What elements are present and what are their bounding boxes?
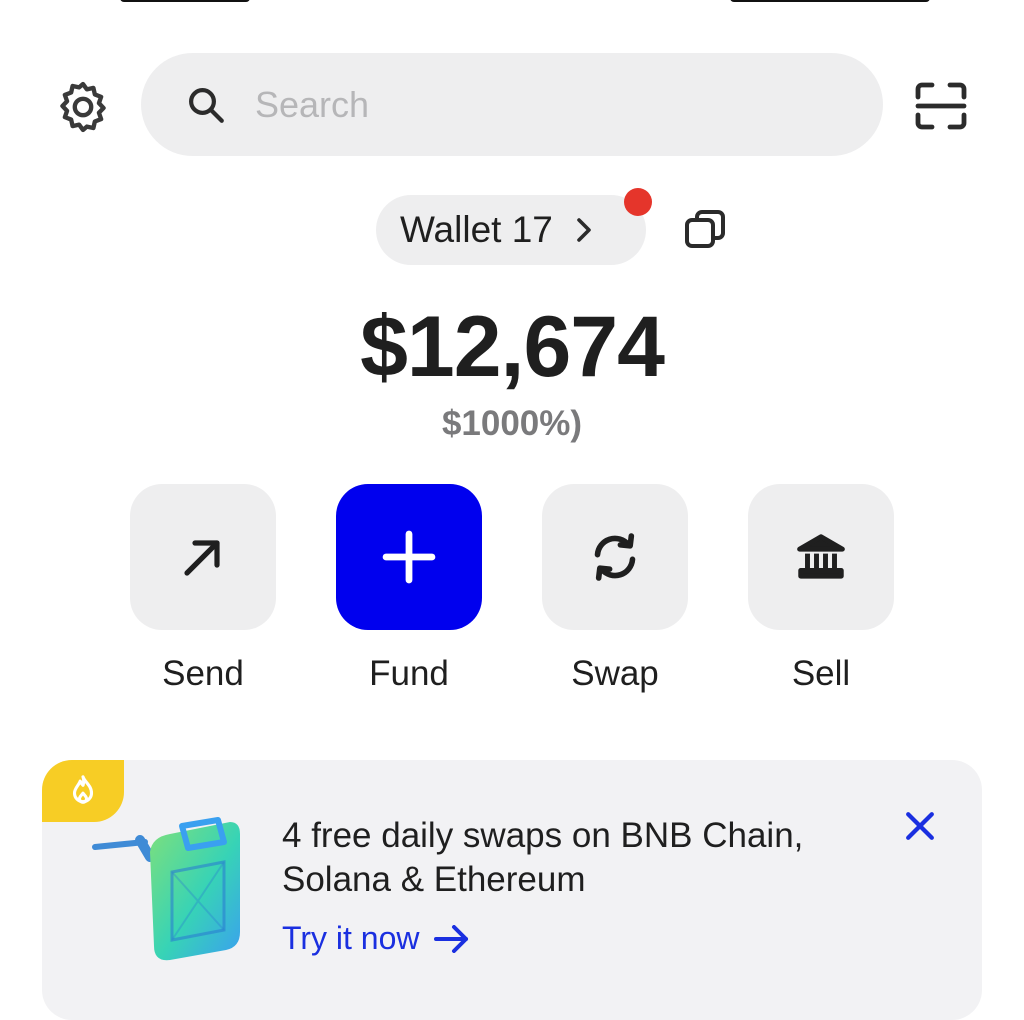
copy-icon — [685, 210, 725, 248]
balance-change: $1000%) — [441, 404, 583, 443]
fuel-can-icon — [92, 817, 240, 961]
arrow-right-icon — [433, 924, 468, 953]
scan-button[interactable] — [910, 76, 972, 136]
wallet-selector[interactable]: Wallet 17 — [376, 195, 646, 265]
send-button[interactable] — [130, 484, 276, 630]
fund-label: Fund — [369, 654, 449, 693]
bank-icon — [797, 534, 845, 579]
flame-icon — [72, 775, 94, 804]
promo-card[interactable]: 4 free daily swaps on BNB Chain, Solana … — [42, 760, 982, 1020]
gear-icon — [60, 81, 106, 133]
search-icon — [185, 83, 229, 127]
arrow-up-right-icon — [184, 540, 220, 576]
balance-amount: $12,674 — [360, 299, 665, 395]
promo-close-button[interactable] — [898, 804, 942, 848]
search-input[interactable] — [253, 82, 817, 127]
chevron-right-icon — [575, 216, 593, 244]
plus-icon — [382, 530, 436, 584]
swap-icon — [594, 533, 636, 581]
scan-icon — [915, 82, 967, 130]
status-bar-fragment — [120, 0, 250, 2]
settings-button[interactable] — [52, 76, 114, 138]
swap-label: Swap — [571, 654, 659, 693]
send-label: Send — [162, 654, 244, 693]
sell-label: Sell — [791, 654, 851, 693]
sell-button[interactable] — [748, 484, 894, 630]
sell-action: Sell — [748, 484, 894, 694]
search-bar[interactable] — [141, 53, 883, 156]
swap-action: Swap — [542, 484, 688, 694]
notification-dot — [624, 188, 652, 216]
send-action: Send — [130, 484, 276, 694]
close-icon — [906, 812, 934, 840]
promo-title: 4 free daily swaps on BNB Chain, Solana … — [282, 816, 804, 899]
copy-address-button[interactable] — [680, 205, 730, 255]
status-bar-fragment — [730, 0, 930, 2]
promo-cta-label: Try it now — [282, 920, 420, 956]
fund-button[interactable] — [336, 484, 482, 630]
wallet-name: Wallet 17 — [400, 209, 553, 250]
fund-action: Fund — [336, 484, 482, 694]
swap-button[interactable] — [542, 484, 688, 630]
try-it-now-link[interactable]: Try it now — [282, 920, 470, 957]
